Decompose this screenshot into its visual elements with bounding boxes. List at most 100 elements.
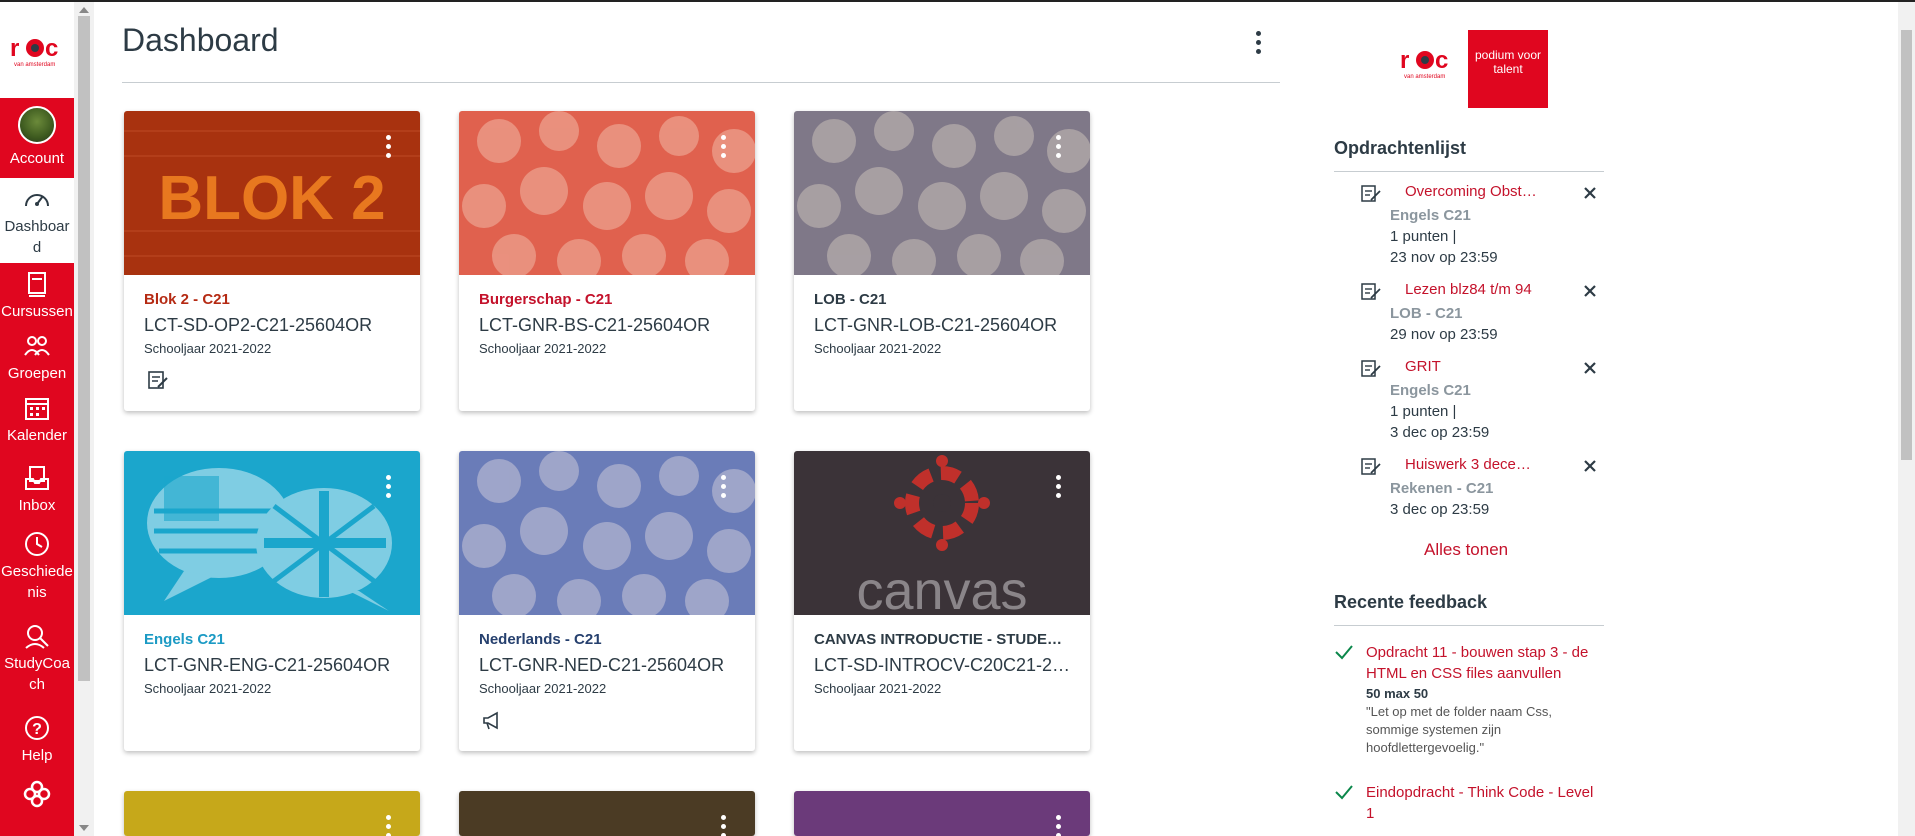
course-card-name[interactable]: Blok 2 - C21 [144, 291, 409, 308]
card-options-kebab-icon[interactable] [715, 131, 731, 161]
card-options-kebab-icon[interactable] [1050, 471, 1066, 501]
course-card[interactable] [794, 791, 1090, 836]
course-card-code: LCT-SD-OP2-C21-25604OR [144, 315, 373, 335]
nav-help-label: Help [21, 747, 53, 764]
course-card[interactable]: LOB - C21 LCT-GNR-LOB-C21-25604OR School… [794, 111, 1090, 411]
course-card-code: LCT-GNR-LOB-C21-25604OR [814, 315, 1058, 335]
checkmark-icon [1335, 645, 1353, 660]
nav-inbox-label: Inbox [18, 497, 56, 514]
todo-course: Engels C21 [1390, 382, 1471, 399]
course-card[interactable]: Burgerschap - C21 LCT-GNR-BS-C21-25604OR… [459, 111, 755, 411]
course-card-hero[interactable] [459, 111, 755, 275]
dismiss-icon[interactable] [1582, 458, 1598, 474]
feedback-comment: "Let op met de folder naam Css, sommige … [1366, 704, 1552, 755]
svg-text:canvas: canvas [856, 561, 1027, 615]
nav-groups-label: Groepen [7, 365, 67, 382]
course-card-name[interactable]: Burgerschap - C21 [479, 291, 744, 308]
course-card-name[interactable]: LOB - C21 [814, 291, 1079, 308]
feedback-link[interactable]: Opdracht 11 - bouwen stap 3 - de HTML en… [1366, 642, 1601, 684]
title-divider [122, 82, 1280, 83]
dashboard-icon [25, 194, 49, 207]
scroll-up-arrow-icon[interactable] [79, 7, 89, 13]
dismiss-icon[interactable] [1582, 283, 1598, 299]
course-card-hero[interactable] [794, 111, 1090, 275]
course-card-hero[interactable] [794, 791, 1090, 836]
course-card-name[interactable]: CANVAS INTRODUCTIE - STUDE… [814, 631, 1079, 648]
card-options-kebab-icon[interactable] [1050, 131, 1066, 161]
nav-courses[interactable]: Cursussen [0, 263, 74, 325]
course-card[interactable]: Engels C21 LCT-GNR-ENG-C21-25604OR Schoo… [124, 451, 420, 751]
podium-badge: podium voor talent [1468, 30, 1548, 108]
card-options-kebab-icon[interactable] [1050, 811, 1066, 836]
institution-logo: r c van amsterdam podium voor talent [1398, 28, 1550, 108]
assignment-icon [1361, 458, 1381, 475]
nav-history-label: Geschiedenis [1, 563, 73, 601]
assignment-icon[interactable] [146, 368, 170, 392]
nav-history[interactable]: Geschiedenis [0, 523, 74, 615]
todo-link[interactable]: Lezen blz84 t/m 94 [1405, 281, 1532, 298]
nav-scrollbar[interactable] [74, 2, 94, 836]
nav-more[interactable] [0, 773, 74, 813]
course-card[interactable] [459, 791, 755, 836]
todo-link[interactable]: Overcoming Obst… [1405, 183, 1537, 200]
course-card-hero[interactable] [459, 791, 755, 836]
dismiss-icon[interactable] [1582, 360, 1598, 376]
nav-calendar-label: Kalender [6, 427, 68, 444]
course-card-code: LCT-SD-INTROCV-C20C21-2… [814, 655, 1071, 675]
course-card[interactable]: Nederlands - C21 LCT-GNR-NED-C21-25604OR… [459, 451, 755, 751]
course-card[interactable]: BLOK 2 Blok 2 - C21 LCT-SD-OP2-C21-25604… [124, 111, 420, 411]
course-card-hero[interactable]: canvas [794, 451, 1090, 615]
todo-link[interactable]: Huiswerk 3 dece… [1405, 456, 1531, 473]
nav-studycoach[interactable]: StudyCoach [0, 615, 74, 707]
course-card-term: Schooljaar 2021-2022 [479, 341, 607, 356]
card-options-kebab-icon[interactable] [715, 811, 731, 836]
card-options-kebab-icon[interactable] [715, 471, 731, 501]
course-card-hero[interactable] [124, 451, 420, 615]
nav-calendar[interactable]: Kalender [0, 387, 74, 457]
todo-link[interactable]: GRIT [1405, 358, 1441, 375]
nav-dashboard[interactable]: Dashboard [0, 178, 74, 263]
nav-groups[interactable]: Groepen [0, 325, 74, 387]
scroll-down-arrow-icon[interactable] [79, 825, 89, 831]
page-scrollbar[interactable] [1898, 2, 1915, 836]
card-options-kebab-icon[interactable] [380, 811, 396, 836]
announcement-icon[interactable] [481, 708, 505, 732]
todo-divider [1334, 171, 1604, 172]
nav-account-label: Account [9, 150, 65, 167]
assignment-icon [1361, 360, 1381, 377]
course-card-term: Schooljaar 2021-2022 [144, 681, 272, 696]
todo-due: 29 nov op 23:59 [1390, 326, 1498, 343]
dismiss-icon[interactable] [1582, 185, 1598, 201]
svg-text:c: c [45, 35, 58, 62]
svg-text:van amsterdam: van amsterdam [14, 62, 55, 68]
history-icon [25, 532, 49, 556]
todo-course: Rekenen - C21 [1390, 480, 1494, 497]
course-card-hero[interactable] [124, 791, 420, 836]
course-card[interactable] [124, 791, 420, 836]
studycoach-icon [25, 625, 49, 649]
svg-text:r: r [10, 35, 19, 62]
course-card-name[interactable]: Engels C21 [144, 631, 409, 648]
show-all-link[interactable]: Alles tonen [1424, 540, 1508, 560]
nav-help[interactable]: ? Help [0, 707, 74, 773]
course-card-code: LCT-GNR-ENG-C21-25604OR [144, 655, 391, 675]
scrollbar-thumb[interactable] [78, 16, 90, 681]
page-title: Dashboard [122, 22, 279, 58]
svg-text:c: c [1435, 47, 1448, 74]
course-card[interactable]: canvas CANVAS INTRODUCTIE - STUDE… LCT-S… [794, 451, 1090, 751]
nav-studycoach-label: StudyCoach [4, 655, 70, 693]
course-card-hero[interactable]: BLOK 2 [124, 111, 420, 275]
dashboard-options-kebab-icon[interactable] [1248, 26, 1268, 58]
card-options-kebab-icon[interactable] [380, 471, 396, 501]
scrollbar-thumb[interactable] [1901, 30, 1912, 460]
todo-course: LOB - C21 [1390, 305, 1463, 322]
feedback-link[interactable]: Eindopdracht - Think Code - Level 1 [1366, 782, 1601, 824]
todo-due: 3 dec op 23:59 [1390, 424, 1490, 441]
roc-logo[interactable]: r c van amsterdam [0, 2, 74, 98]
nav-account[interactable]: Account [0, 98, 74, 178]
nav-inbox[interactable]: Inbox [0, 457, 74, 523]
todo-due: 3 dec op 23:59 [1390, 501, 1490, 518]
course-card-name[interactable]: Nederlands - C21 [479, 631, 744, 648]
course-card-hero[interactable] [459, 451, 755, 615]
card-options-kebab-icon[interactable] [380, 131, 396, 161]
